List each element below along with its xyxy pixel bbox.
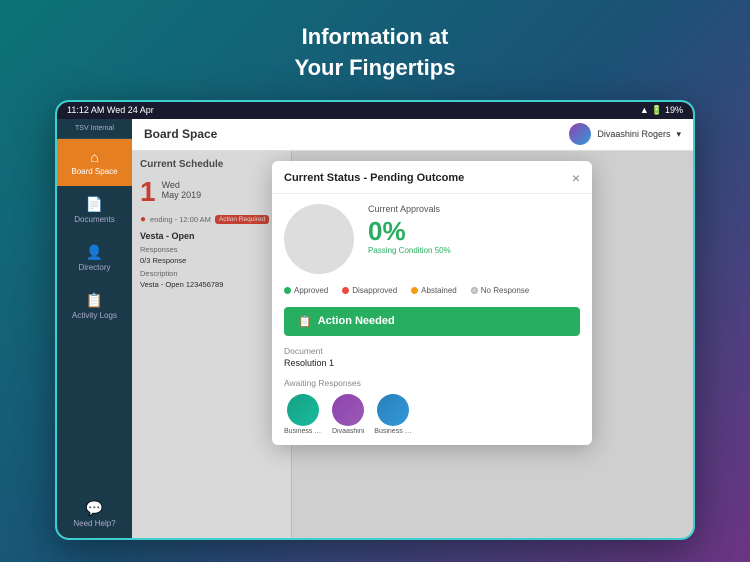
chevron-down-icon: ▾	[676, 129, 681, 140]
approval-info: Current Approvals 0% Passing Condition 5…	[368, 204, 580, 274]
close-button[interactable]: ×	[572, 171, 580, 185]
sidebar-label-board-space: Board Space	[71, 167, 117, 176]
status-bar: 11:12 AM Wed 24 Apr ▲ 🔋 19%	[57, 102, 693, 119]
documents-icon: 📄	[86, 196, 103, 213]
profile-avatar	[284, 204, 354, 274]
sidebar-item-documents[interactable]: 📄 Documents	[57, 186, 132, 234]
awaiting-section: Awaiting Responses Business Tec... Divaa…	[284, 378, 580, 435]
awaiting-avatar-1: Business Tec...	[284, 394, 322, 435]
modal-body: Current Approvals 0% Passing Condition 5…	[272, 194, 592, 445]
modal-header: Current Status - Pending Outcome ×	[272, 161, 592, 194]
hero-line1: Information at	[302, 24, 449, 49]
sidebar-bottom: 💬 Need Help?	[57, 490, 132, 538]
document-section: Document Resolution 1	[284, 346, 580, 368]
sidebar-item-directory[interactable]: 👤 Directory	[57, 234, 132, 282]
hero-line2: Your Fingertips	[295, 55, 456, 80]
no-response-label: No Response	[481, 286, 529, 295]
help-icon: 💬	[86, 500, 103, 517]
passing-condition: Passing Condition 50%	[368, 246, 580, 255]
legend-abstained: Abstained	[411, 286, 457, 295]
status-modal: Current Status - Pending Outcome × Curre…	[272, 161, 592, 445]
modal-overlay: Current Status - Pending Outcome × Curre…	[132, 151, 693, 538]
status-time: 11:12 AM Wed 24 Apr	[67, 105, 154, 115]
main-content: Current Schedule 1 Wed May 2019 ● ending…	[132, 151, 693, 538]
top-nav-right: Divaashini Rogers ▾	[569, 123, 681, 145]
abstained-dot	[411, 287, 418, 294]
action-button-icon: 📋	[298, 315, 312, 328]
hero-section: Information at Your Fingertips	[295, 0, 456, 100]
sidebar-label-activity-logs: Activity Logs	[72, 311, 117, 320]
action-needed-button[interactable]: 📋 Action Needed	[284, 307, 580, 336]
awaiting-name-2: Divaashini	[332, 428, 364, 435]
legend-approved: Approved	[284, 286, 328, 295]
sidebar-item-board-space[interactable]: ⌂ Board Space	[57, 139, 132, 186]
device-frame: 11:12 AM Wed 24 Apr ▲ 🔋 19% TSV Internal…	[55, 100, 695, 540]
document-label: Document	[284, 346, 580, 356]
approval-percentage: 0%	[368, 218, 580, 244]
status-battery: ▲ 🔋 19%	[640, 105, 683, 116]
sidebar-app-name: TSV Internal	[57, 119, 132, 139]
top-nav-title: Board Space	[144, 127, 217, 141]
approved-label: Approved	[294, 286, 328, 295]
awaiting-avatars: Business Tec... Divaashini Business + A.…	[284, 394, 580, 435]
disapproved-label: Disapproved	[352, 286, 397, 295]
no-response-dot	[471, 287, 478, 294]
awaiting-avatar-img-3	[377, 394, 409, 426]
sidebar-item-need-help[interactable]: 💬 Need Help?	[57, 490, 132, 538]
approved-dot	[284, 287, 291, 294]
approval-label: Current Approvals	[368, 204, 580, 214]
awaiting-avatar-img-2	[332, 394, 364, 426]
document-value: Resolution 1	[284, 358, 580, 368]
awaiting-avatar-3: Business + A...	[374, 394, 412, 435]
disapproved-dot	[342, 287, 349, 294]
legend-disapproved: Disapproved	[342, 286, 397, 295]
awaiting-label: Awaiting Responses	[284, 378, 580, 388]
modal-title: Current Status - Pending Outcome	[284, 172, 464, 184]
top-nav: Board Space Divaashini Rogers ▾	[132, 119, 693, 151]
activity-logs-icon: 📋	[86, 292, 103, 309]
awaiting-avatar-2: Divaashini	[332, 394, 364, 435]
legend-no-response: No Response	[471, 286, 529, 295]
app-shell: TSV Internal ⌂ Board Space 📄 Documents 👤…	[57, 119, 693, 538]
home-icon: ⌂	[90, 149, 98, 165]
sidebar: TSV Internal ⌂ Board Space 📄 Documents 👤…	[57, 119, 132, 538]
directory-icon: 👤	[86, 244, 103, 261]
sidebar-label-directory: Directory	[78, 263, 110, 272]
user-name: Divaashini Rogers	[597, 129, 670, 139]
sidebar-label-documents: Documents	[74, 215, 114, 224]
action-button-label: Action Needed	[318, 315, 395, 327]
sidebar-label-need-help: Need Help?	[73, 519, 115, 528]
abstained-label: Abstained	[421, 286, 457, 295]
user-avatar	[569, 123, 591, 145]
approval-legend: Approved Disapproved Abstained	[284, 286, 580, 295]
awaiting-name-1: Business Tec...	[284, 428, 322, 435]
sidebar-item-activity-logs[interactable]: 📋 Activity Logs	[57, 282, 132, 330]
awaiting-name-3: Business + A...	[374, 428, 412, 435]
status-section: Current Approvals 0% Passing Condition 5…	[284, 204, 580, 274]
wifi-icon: ▲	[640, 105, 649, 115]
awaiting-avatar-img-1	[287, 394, 319, 426]
